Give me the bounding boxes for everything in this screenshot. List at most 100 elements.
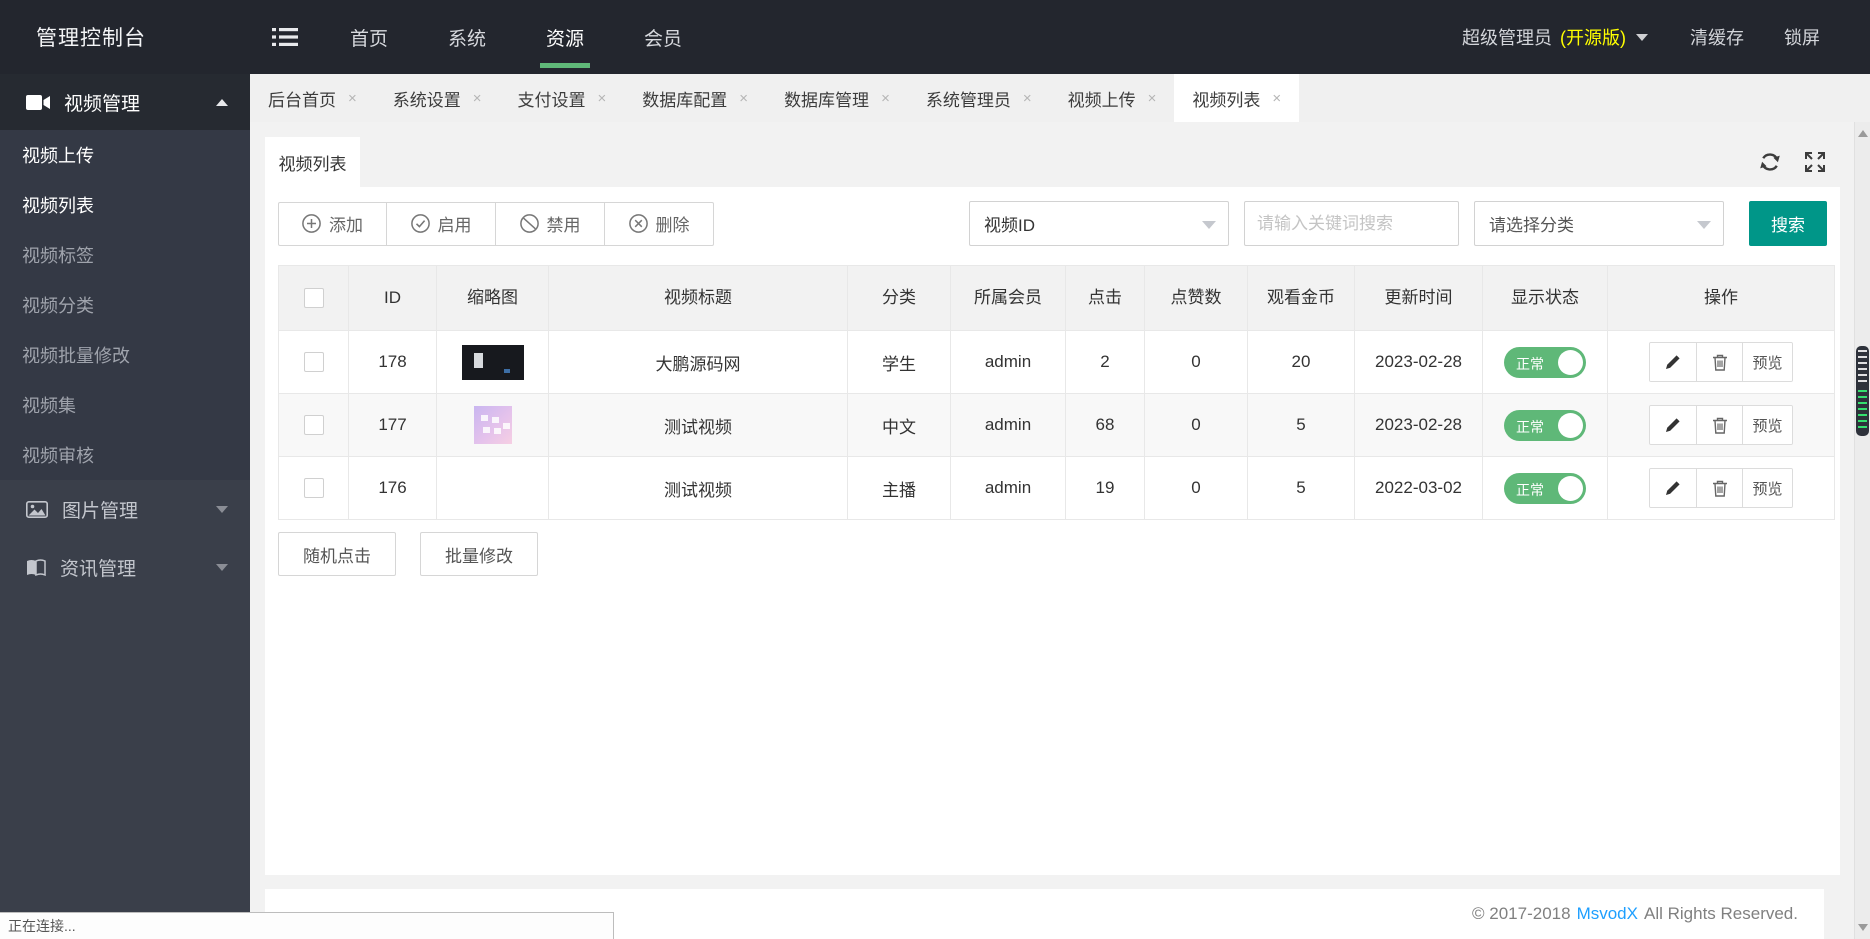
video-camera-icon (26, 94, 50, 110)
delete-row-button[interactable] (1696, 343, 1742, 381)
sidebar-group-video[interactable]: 视频管理 (0, 74, 250, 130)
batch-edit-button[interactable]: 批量修改 (420, 532, 538, 576)
table-row: 176 测试视频 主播 admin 19 0 5 2022-03-02 正常 预… (278, 456, 1835, 520)
user-name: 超级管理员 (1462, 28, 1552, 48)
close-icon[interactable]: × (598, 90, 607, 107)
tab-payment-settings[interactable]: 支付设置 × (500, 74, 625, 122)
disable-button[interactable]: 禁用 (496, 201, 605, 246)
delete-row-button[interactable] (1696, 469, 1742, 507)
trash-icon (1712, 417, 1727, 434)
col-category: 分类 (847, 265, 951, 331)
random-clicks-button[interactable]: 随机点击 (278, 532, 396, 576)
tab-video-upload[interactable]: 视频上传 × (1050, 74, 1175, 122)
close-icon[interactable]: × (473, 90, 482, 107)
col-id: ID (348, 265, 437, 331)
enable-button[interactable]: 启用 (387, 201, 496, 246)
video-thumbnail (473, 406, 512, 444)
nav-item-members[interactable]: 会员 (614, 0, 712, 74)
col-member: 所属会员 (950, 265, 1066, 331)
sidebar-item-video-tags[interactable]: 视频标签 (0, 230, 250, 280)
status-toggle[interactable]: 正常 (1504, 409, 1586, 441)
nav-item-resources[interactable]: 资源 (516, 0, 614, 74)
delete-button[interactable]: 删除 (605, 201, 714, 246)
search-filters: 视频ID 请选择分类 搜索 (969, 201, 1827, 246)
close-icon[interactable]: × (1272, 90, 1281, 107)
scrollbar-thumb[interactable] (1856, 346, 1869, 436)
preview-button[interactable]: 预览 (1742, 469, 1792, 507)
col-updated: 更新时间 (1354, 265, 1483, 331)
row-checkbox[interactable] (303, 352, 324, 373)
main-area: 视频管理 视频上传 视频列表 视频标签 视频分类 视频批量修改 视频集 视频审核… (0, 74, 1870, 939)
sidebar-item-video-list[interactable]: 视频列表 (0, 180, 250, 230)
close-icon[interactable]: × (1023, 90, 1032, 107)
top-nav: 首页 系统 资源 会员 (320, 0, 712, 74)
nav-item-system[interactable]: 系统 (418, 0, 516, 74)
chevron-down-icon (216, 563, 228, 571)
bottom-actions: 随机点击 批量修改 (278, 532, 1827, 576)
select-all-checkbox[interactable] (303, 288, 324, 309)
preview-button[interactable]: 预览 (1742, 406, 1792, 444)
content-area: 后台首页 × 系统设置 × 支付设置 × 数据库配置 × 数据库管理 × 系统管理员 × 视… (250, 74, 1870, 939)
fullscreen-button[interactable] (1804, 151, 1826, 173)
page-body: 视频列表 添加 启用 禁用 删除 视频ID 请输入关键词搜索 请选择分类 搜索 … (250, 122, 1870, 939)
tab-video-list[interactable]: 视频列表 × (1174, 74, 1300, 122)
clear-cache-button[interactable]: 清缓存 (1670, 24, 1764, 50)
sidebar-group-news[interactable]: 资讯管理 (0, 538, 250, 596)
edit-button[interactable] (1650, 406, 1696, 444)
sidebar-item-video-upload[interactable]: 视频上传 (0, 130, 250, 180)
content-scrollbar (1854, 122, 1870, 939)
nav-item-home[interactable]: 首页 (320, 0, 418, 74)
edit-button[interactable] (1650, 343, 1696, 381)
bulk-action-buttons: 添加 启用 禁用 删除 (278, 201, 714, 246)
search-button[interactable]: 搜索 (1749, 201, 1827, 246)
sidebar-item-video-collections[interactable]: 视频集 (0, 380, 250, 430)
panel-body: 添加 启用 禁用 删除 视频ID 请输入关键词搜索 请选择分类 搜索 ID 缩略… (265, 187, 1840, 875)
news-book-icon (27, 558, 46, 576)
chevron-down-icon (1636, 33, 1648, 41)
row-actions: 预览 (1649, 468, 1793, 508)
tab-db-management[interactable]: 数据库管理 × (766, 74, 908, 122)
row-checkbox[interactable] (303, 415, 324, 436)
close-icon[interactable]: × (348, 90, 357, 107)
scroll-up-arrow[interactable] (1858, 130, 1868, 137)
sidebar-collapse-button[interactable] (250, 0, 320, 74)
category-select[interactable]: 请选择分类 (1474, 201, 1724, 246)
filter-field-select[interactable]: 视频ID (969, 201, 1229, 246)
sidebar-group-images[interactable]: 图片管理 (0, 480, 250, 538)
refresh-button[interactable] (1758, 150, 1782, 174)
keyword-search-input[interactable] (1244, 201, 1459, 246)
edition-badge: (开源版) (1560, 28, 1626, 48)
close-icon[interactable]: × (881, 90, 890, 107)
user-dropdown[interactable]: 超级管理员 (开源版) (1440, 24, 1670, 50)
lock-screen-button[interactable]: 锁屏 (1764, 24, 1840, 50)
close-icon[interactable]: × (739, 90, 748, 107)
status-toggle[interactable]: 正常 (1504, 472, 1586, 504)
sidebar: 视频管理 视频上传 视频列表 视频标签 视频分类 视频批量修改 视频集 视频审核… (0, 74, 250, 939)
scroll-down-arrow[interactable] (1858, 924, 1868, 931)
pencil-icon (1666, 481, 1680, 495)
tab-db-config[interactable]: 数据库配置 × (624, 74, 766, 122)
pencil-icon (1666, 355, 1680, 369)
close-icon[interactable]: × (1148, 90, 1157, 107)
tab-system-admin[interactable]: 系统管理员 × (908, 74, 1050, 122)
header-right: 超级管理员 (开源版) 清缓存 锁屏 (1440, 0, 1870, 74)
copyright-text: © 2017-2018 (1472, 904, 1571, 923)
expand-icon (1805, 152, 1825, 172)
delete-row-button[interactable] (1696, 406, 1742, 444)
table-header-row: ID 缩略图 视频标题 分类 所属会员 点击 点赞数 观看金币 更新时间 显示状… (278, 265, 1835, 331)
sidebar-item-video-batch-edit[interactable]: 视频批量修改 (0, 330, 250, 380)
footer-brand-link[interactable]: MsvodX (1577, 904, 1638, 924)
edit-button[interactable] (1650, 469, 1696, 507)
add-button[interactable]: 添加 (278, 201, 387, 246)
chevron-up-icon (216, 98, 228, 106)
status-toggle[interactable]: 正常 (1504, 346, 1586, 378)
row-checkbox[interactable] (303, 478, 324, 499)
status-text: 正在连接... (8, 918, 76, 934)
video-table: ID 缩略图 视频标题 分类 所属会员 点击 点赞数 观看金币 更新时间 显示状… (278, 265, 1835, 520)
tab-system-settings[interactable]: 系统设置 × (375, 74, 500, 122)
tab-dashboard[interactable]: 后台首页 × (250, 74, 375, 122)
sidebar-item-video-categories[interactable]: 视频分类 (0, 280, 250, 330)
sidebar-item-video-review[interactable]: 视频审核 (0, 430, 250, 480)
preview-button[interactable]: 预览 (1742, 343, 1792, 381)
panel-tab-video-list[interactable]: 视频列表 (265, 137, 360, 187)
